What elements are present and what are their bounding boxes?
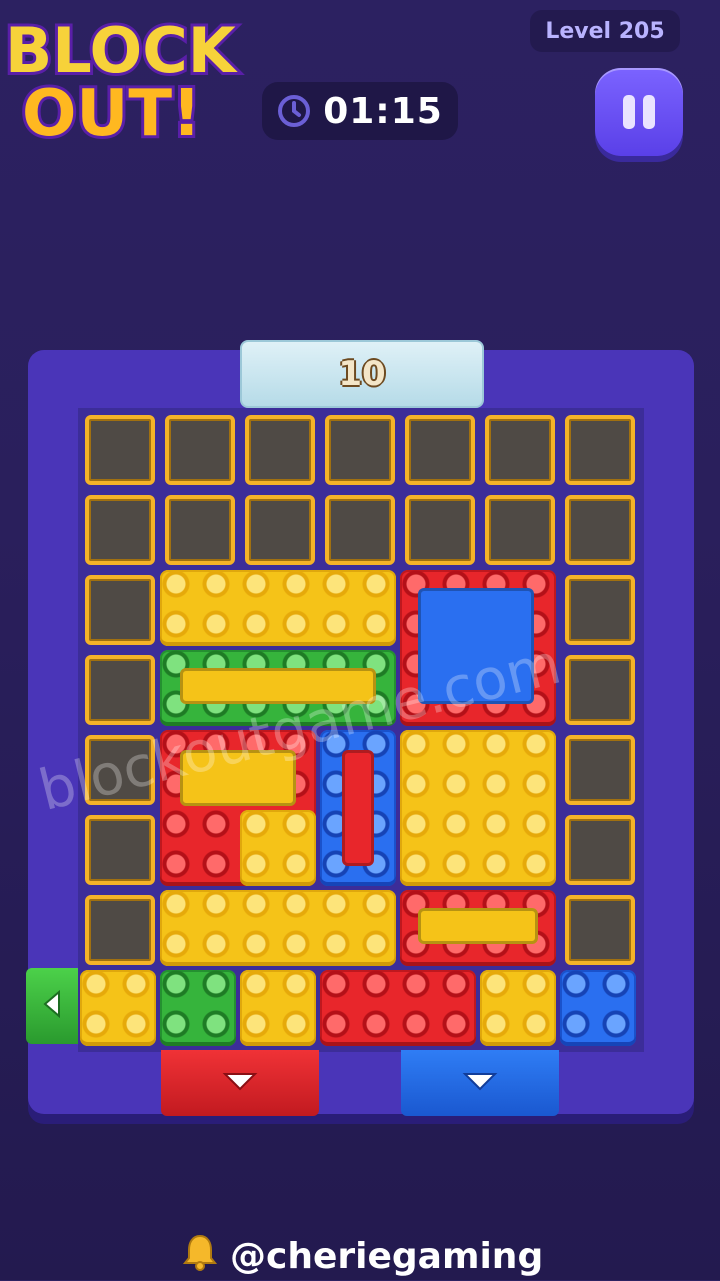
exit-blue-bottom — [401, 1050, 559, 1116]
empty-cell — [85, 895, 155, 965]
bell-icon — [180, 1232, 220, 1281]
empty-cell — [245, 415, 315, 485]
empty-cell — [85, 575, 155, 645]
arrow-down-icon — [222, 1070, 258, 1096]
yellow-bar-block[interactable] — [160, 890, 396, 966]
game-logo: BLOCK OUT! — [0, 0, 265, 154]
pause-button[interactable] — [595, 68, 683, 156]
yellow-square-block[interactable] — [400, 730, 556, 886]
exit-green-left — [26, 968, 78, 1044]
arrow-left-icon — [41, 989, 63, 1023]
blue-bottom-block[interactable] — [560, 970, 636, 1046]
logo-line2: OUT! — [22, 77, 201, 150]
yellow-small-block[interactable] — [240, 810, 316, 886]
credit: @cheriegaming — [180, 1232, 560, 1280]
empty-cell — [85, 655, 155, 725]
red-bar-block[interactable] — [400, 890, 556, 966]
moves-counter: 10 — [240, 340, 484, 408]
timer: 01:15 — [262, 82, 458, 140]
credit-handle: @cheriegaming — [230, 1235, 544, 1277]
empty-cell — [565, 415, 635, 485]
empty-cell — [85, 415, 155, 485]
empty-cell — [165, 415, 235, 485]
level-badge: Level 205 — [530, 10, 680, 52]
empty-cell — [245, 495, 315, 565]
red-bottom-block[interactable] — [320, 970, 476, 1046]
yellow-bottom-block-1[interactable] — [80, 970, 156, 1046]
empty-cell — [325, 495, 395, 565]
empty-cell — [405, 415, 475, 485]
moves-counter-value: 10 — [338, 354, 386, 394]
empty-cell — [565, 815, 635, 885]
empty-cell — [85, 815, 155, 885]
arrow-down-icon — [462, 1070, 498, 1096]
yellow-bottom-block-3[interactable] — [480, 970, 556, 1046]
empty-cell — [565, 735, 635, 805]
empty-cell — [485, 495, 555, 565]
clock-icon — [277, 94, 311, 128]
empty-cell — [85, 495, 155, 565]
empty-cell — [165, 495, 235, 565]
timer-value: 01:15 — [323, 90, 443, 132]
exit-red-bottom — [161, 1050, 319, 1116]
green-bottom-block[interactable] — [160, 970, 236, 1046]
empty-cell — [405, 495, 475, 565]
yellow-bottom-block-2[interactable] — [240, 970, 316, 1046]
empty-cell — [325, 415, 395, 485]
empty-cell — [565, 895, 635, 965]
empty-cell — [565, 495, 635, 565]
level-label: Level 205 — [545, 18, 665, 44]
yellow-block[interactable] — [160, 570, 396, 646]
empty-cell — [485, 415, 555, 485]
